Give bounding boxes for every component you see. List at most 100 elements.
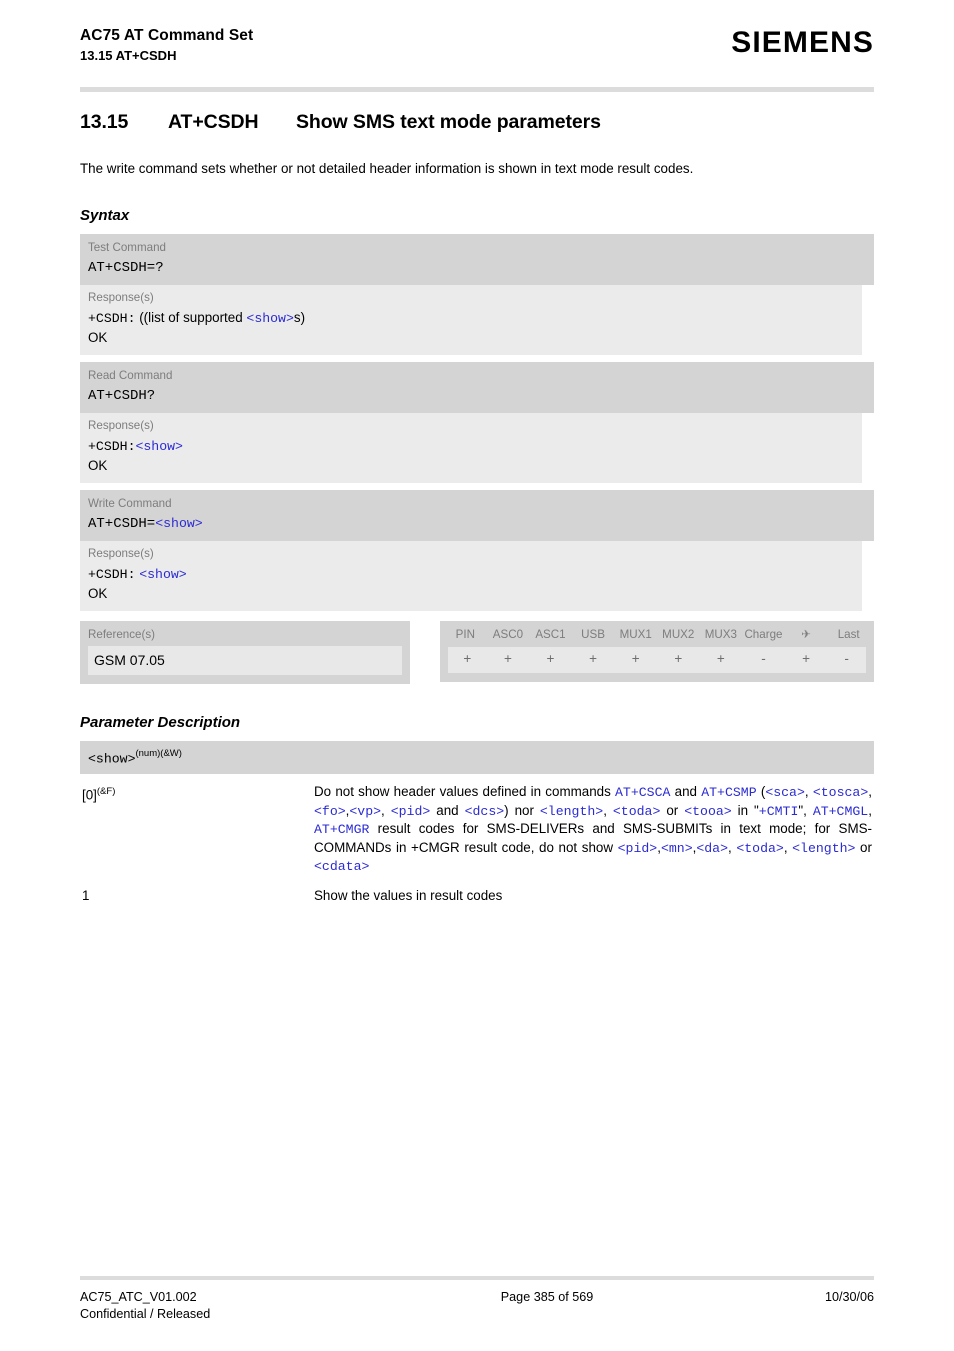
block-gap <box>80 483 874 490</box>
parameter-cross-reference[interactable]: <tosca> <box>813 785 868 800</box>
read-response-line: +CSDH:<show> <box>80 436 862 456</box>
test-response-text-before: ((list of supported <box>139 310 243 325</box>
parameter-cross-reference[interactable]: <toda> <box>736 841 783 856</box>
parameter-row: [0](&F) Do not show header values defined… <box>80 783 874 876</box>
write-response-line: +CSDH: <show> <box>80 564 862 584</box>
parameter-cross-reference[interactable]: <tooa> <box>684 804 731 819</box>
capability-column-asc1: ASC1 <box>535 628 566 641</box>
read-response-param: <show> <box>135 439 183 454</box>
parameter-text: and <box>670 784 702 800</box>
test-response-label: Response(s) <box>88 291 154 304</box>
parameter-cross-reference[interactable]: AT+CSCA <box>615 785 670 800</box>
parameter-text: or <box>660 802 685 818</box>
capability-header-row: PIN ASC0 ASC1 USB MUX1 MUX2 MUX3 Charge ✈ Last <box>444 621 870 647</box>
parameter-text: ( <box>756 784 766 800</box>
read-response-label: Response(s) <box>88 419 154 432</box>
capability-column-mux2: MUX2 <box>662 628 695 641</box>
write-response-param: <show> <box>139 567 187 582</box>
reference-capability-row: Reference(s) GSM 07.05 PIN ASC0 ASC1 USB MUX… <box>80 621 874 684</box>
parameter-cross-reference[interactable]: <dcs> <box>465 804 505 819</box>
write-command-block: Write Command AT+CSDH=<show> <box>80 490 874 541</box>
parameter-value-key: 1 <box>82 887 90 903</box>
footer-classification: Confidential / Released <box>80 1307 211 1321</box>
test-response-prefix: +CSDH: <box>88 311 136 326</box>
write-command-syntax: AT+CSDH=<show> <box>80 514 874 541</box>
test-command-label: Test Command <box>88 241 166 254</box>
parameter-cross-reference[interactable]: <fo> <box>314 804 346 819</box>
parameter-text: , <box>868 784 872 800</box>
parameter-cross-reference[interactable]: <toda> <box>613 804 660 819</box>
parameter-value-key: [0](&F) <box>82 786 116 803</box>
test-response-ok: OK <box>88 330 108 345</box>
parameter-cross-reference[interactable]: <pid> <box>618 841 658 856</box>
parameter-text: Do not show header values defined in com… <box>314 784 616 800</box>
capability-value: + <box>486 647 530 673</box>
capability-value: + <box>784 647 828 673</box>
read-response-ok: OK <box>88 458 108 473</box>
test-command-block: Test Command AT+CSDH=? <box>80 234 874 285</box>
footer-date: 10/30/06 <box>824 1290 874 1304</box>
page-footer: AC75_ATC_V01.002 Page 385 of 569 10/30/0… <box>80 1276 874 1323</box>
capability-column-asc0: ASC0 <box>492 628 524 641</box>
parameter-cross-reference[interactable]: <length> <box>540 804 603 819</box>
parameter-cross-reference[interactable]: <pid> <box>391 804 431 819</box>
capability-column-charge: Charge <box>744 628 783 641</box>
capability-value: + <box>529 647 572 673</box>
parameter-text: ) nor <box>504 802 540 818</box>
parameter-text: in " <box>731 802 759 818</box>
footer-page-number: Page 385 of 569 <box>500 1290 594 1304</box>
syntax-heading: Syntax <box>80 207 130 224</box>
parameter-description-heading: Parameter Description <box>80 714 241 731</box>
page-title: 13.15 AT+CSDH Show SMS text mode parameter… <box>80 110 874 134</box>
reference-block: Reference(s) GSM 07.05 <box>80 621 410 684</box>
test-response-line: +CSDH: ((list of supported <show>s) <box>80 308 862 328</box>
parameter-cross-reference[interactable]: <mn> <box>661 841 693 856</box>
parameter-name: <show> <box>88 751 136 767</box>
capability-value: + <box>440 647 487 673</box>
capability-column-last: Last <box>837 628 860 641</box>
parameter-text: , <box>868 802 872 818</box>
parameter-text: ", <box>798 802 813 818</box>
footer-primary-line: AC75_ATC_V01.002 Page 385 of 569 10/30/0… <box>80 1289 874 1306</box>
parameter-row: 1 Show the values in result codes <box>80 887 874 905</box>
parameter-cross-reference[interactable]: <length> <box>792 841 855 856</box>
section-description: Show SMS text mode parameters <box>296 111 601 133</box>
syntax-table: Test Command AT+CSDH=? Response(s) +CSDH… <box>80 234 874 684</box>
parameter-text: , <box>603 802 613 818</box>
capability-value: + <box>614 647 657 673</box>
capability-column-usb: USB <box>581 628 605 641</box>
parameter-cross-reference[interactable]: +CMTI <box>759 804 799 819</box>
capability-value: + <box>656 647 700 673</box>
parameter-text: , <box>804 784 813 800</box>
parameter-cross-reference[interactable]: <vp> <box>349 804 381 819</box>
test-response-text-after: s) <box>293 310 306 325</box>
parameter-text: Show the values in result codes <box>314 887 503 903</box>
read-command-label: Read Command <box>88 369 173 382</box>
parameter-cross-reference[interactable]: <sca> <box>765 785 805 800</box>
write-response-block: Response(s) +CSDH: <show> OK <box>80 541 862 611</box>
parameter-cross-reference[interactable]: <cdata> <box>314 859 369 874</box>
read-response-block: Response(s) +CSDH:<show> OK <box>80 413 862 483</box>
parameter-cross-reference[interactable]: AT+CSMP <box>701 785 756 800</box>
parameter-name-flags: (num)(&W) <box>135 748 182 759</box>
section-number: 13.15 <box>80 111 129 133</box>
capability-table: PIN ASC0 ASC1 USB MUX1 MUX2 MUX3 Charge ✈ Last + +… <box>440 621 874 673</box>
read-response-prefix: +CSDH: <box>88 439 136 454</box>
parameter-text: , <box>381 802 391 818</box>
parameter-cross-reference[interactable]: AT+CMGR <box>314 822 369 837</box>
parameter-value-description: Show the values in result codes <box>314 887 874 905</box>
block-gap <box>80 611 874 621</box>
intro-paragraph: The write command sets whether or not de… <box>80 161 694 176</box>
write-command-param: <show> <box>155 516 203 531</box>
write-command-label: Write Command <box>88 497 172 510</box>
capability-column-pin: PIN <box>455 628 475 641</box>
block-gap <box>80 355 874 362</box>
footer-document-id: AC75_ATC_V01.002 <box>80 1290 197 1304</box>
test-response-param: <show> <box>246 311 294 326</box>
capability-value: + <box>699 647 743 673</box>
parameter-cross-reference[interactable]: AT+CMGL <box>813 804 868 819</box>
parameter-text: , <box>783 839 793 855</box>
parameter-cross-reference[interactable]: <da> <box>696 841 728 856</box>
capability-value-row: + + + + + + + - + - <box>440 647 874 673</box>
footer-divider <box>80 1276 874 1280</box>
